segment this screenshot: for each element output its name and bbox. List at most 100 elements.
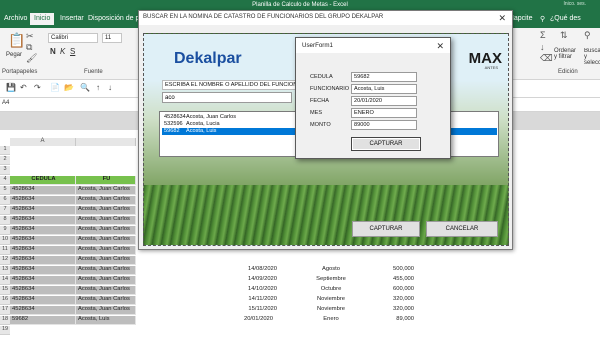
sort-filter-button[interactable]: Ordenar y filtrar bbox=[554, 48, 578, 60]
sort-desc-icon[interactable]: ↓ bbox=[108, 83, 112, 92]
row-header[interactable]: 2 bbox=[0, 156, 10, 165]
row-header[interactable]: 14 bbox=[0, 276, 10, 285]
cell-date[interactable]: 14/08/2020 bbox=[230, 266, 280, 275]
cell-cedula[interactable]: 4528634 bbox=[10, 216, 76, 225]
cell-amount[interactable]: 320,000 bbox=[365, 296, 417, 305]
column-header-a[interactable]: A bbox=[10, 138, 76, 146]
cell-name[interactable]: Acosta, Juan Carlos bbox=[76, 296, 136, 305]
row-header[interactable]: 5 bbox=[0, 186, 10, 195]
underline-button[interactable]: S bbox=[70, 47, 75, 56]
cell-cedula[interactable]: 4528634 bbox=[10, 206, 76, 215]
cell-cedula[interactable]: 4528634 bbox=[10, 286, 76, 295]
paste-icon[interactable]: 📋 bbox=[8, 32, 25, 49]
cell-cedula[interactable]: 4528634 bbox=[10, 266, 76, 275]
row-header[interactable]: 12 bbox=[0, 256, 10, 265]
sort-asc-icon[interactable]: ↑ bbox=[96, 83, 100, 92]
cell-month[interactable]: Septiembre bbox=[300, 276, 360, 285]
cell-amount[interactable]: 455,000 bbox=[365, 276, 417, 285]
cell-date[interactable]: 14/11/2020 bbox=[230, 296, 280, 305]
cedula-field[interactable]: 59682 bbox=[351, 72, 417, 82]
new-file-icon[interactable]: 📄 bbox=[50, 83, 60, 92]
cell-name[interactable]: Acosta, Juan Carlos bbox=[76, 306, 136, 315]
mes-field[interactable]: ENERO bbox=[351, 108, 417, 118]
cell-month[interactable]: Agosto bbox=[300, 266, 360, 275]
header-cedula[interactable]: CEDULA bbox=[10, 176, 76, 185]
redo-icon[interactable]: ↷ bbox=[34, 83, 41, 92]
cell-name[interactable]: Acosta, Juan Carlos bbox=[76, 216, 136, 225]
italic-button[interactable]: K bbox=[60, 47, 65, 56]
row-header[interactable]: 19 bbox=[0, 326, 10, 335]
header-funcionario[interactable]: FU bbox=[76, 176, 136, 185]
cancel-button[interactable]: CANCELAR bbox=[426, 221, 498, 237]
cell-name[interactable]: Acosta, Juan Carlos bbox=[76, 226, 136, 235]
print-preview-icon[interactable]: 🔍 bbox=[80, 83, 90, 92]
cell-name[interactable]: Acosta, Juan Carlos bbox=[76, 246, 136, 255]
cell-cedula[interactable]: 4528634 bbox=[10, 196, 76, 205]
cell-name[interactable]: Acosta, Juan Carlos bbox=[76, 276, 136, 285]
cell-amount[interactable]: 600,000 bbox=[365, 286, 417, 295]
fecha-field[interactable]: 20/01/2020 bbox=[351, 96, 417, 106]
find-icon[interactable]: ⚲ bbox=[584, 30, 591, 41]
name-box[interactable]: A4 bbox=[2, 100, 36, 110]
paste-button[interactable]: Pegar bbox=[6, 52, 22, 58]
row-header[interactable]: 13 bbox=[0, 266, 10, 275]
open-icon[interactable]: 📂 bbox=[64, 83, 74, 92]
cell-cedula[interactable]: 4528634 bbox=[10, 246, 76, 255]
lightbulb-icon[interactable]: ⚲ bbox=[540, 15, 545, 23]
row-header[interactable]: 4 bbox=[0, 176, 10, 185]
tab-inicio[interactable]: Inicio bbox=[30, 13, 55, 25]
cell-month[interactable]: Octubre bbox=[300, 286, 360, 295]
cell-month[interactable]: Noviembre bbox=[300, 306, 360, 315]
cell-amount[interactable]: 500,000 bbox=[365, 266, 417, 275]
row-header[interactable]: 6 bbox=[0, 196, 10, 205]
row-header[interactable]: 18 bbox=[0, 316, 10, 325]
cell-name[interactable]: Acosta, Juan Carlos bbox=[76, 186, 136, 195]
cell-cedula[interactable]: 4528634 bbox=[10, 306, 76, 315]
user-signin[interactable]: Inico. ses. bbox=[563, 1, 586, 7]
monto-field[interactable]: 89000 bbox=[351, 120, 417, 130]
cell-amount[interactable]: 89,000 bbox=[365, 316, 417, 325]
cell-name[interactable]: Acosta, Juan Carlos bbox=[76, 256, 136, 265]
save-icon[interactable]: 💾 bbox=[6, 83, 16, 92]
cell-month[interactable]: Enero bbox=[300, 316, 360, 325]
font-size-select[interactable]: 11 bbox=[102, 33, 122, 43]
cell-cedula[interactable]: 4528634 bbox=[10, 256, 76, 265]
userform-capture-button[interactable]: CAPTURAR bbox=[351, 137, 421, 151]
row-header[interactable]: 17 bbox=[0, 306, 10, 315]
cut-icon[interactable]: ✂ bbox=[26, 31, 34, 42]
cell-month[interactable]: Noviembre bbox=[300, 296, 360, 305]
undo-icon[interactable]: ↶ bbox=[20, 83, 27, 92]
search-input[interactable] bbox=[162, 92, 292, 103]
cell-date[interactable]: 14/10/2020 bbox=[230, 286, 280, 295]
fill-icon[interactable]: ↓ bbox=[540, 42, 545, 52]
close-icon[interactable]: ✕ bbox=[436, 41, 444, 52]
cell-name[interactable]: Acosta, Juan Carlos bbox=[76, 236, 136, 245]
column-header-b[interactable] bbox=[76, 138, 136, 146]
capture-button[interactable]: CAPTURAR bbox=[352, 221, 420, 237]
cell-name[interactable]: Acosta, Juan Carlos bbox=[76, 286, 136, 295]
bold-button[interactable]: N bbox=[50, 47, 56, 56]
cell-cedula[interactable]: 4528634 bbox=[10, 226, 76, 235]
sum-icon[interactable]: Σ bbox=[540, 30, 546, 40]
clear-icon[interactable]: ⌫ bbox=[540, 53, 553, 64]
row-header[interactable]: 10 bbox=[0, 236, 10, 245]
cell-name[interactable]: Acosta, Juan Carlos bbox=[76, 266, 136, 275]
find-select-button[interactable]: Buscar y seleccionar bbox=[584, 48, 600, 66]
cell-amount[interactable]: 320,000 bbox=[365, 306, 417, 315]
funcionario-field[interactable]: Acosta, Luis bbox=[351, 84, 417, 94]
row-header[interactable]: 11 bbox=[0, 246, 10, 255]
row-header[interactable]: 9 bbox=[0, 226, 10, 235]
copy-icon[interactable]: ⧉ bbox=[26, 42, 32, 53]
cell-cedula[interactable]: 4528634 bbox=[10, 236, 76, 245]
row-header[interactable]: 16 bbox=[0, 296, 10, 305]
tell-me-search[interactable]: ¿Qué des bbox=[550, 15, 581, 22]
cell-name[interactable]: Acosta, Luis bbox=[76, 316, 136, 325]
cell-cedula[interactable]: 59682 bbox=[10, 316, 76, 325]
cell-date[interactable]: 14/09/2020 bbox=[230, 276, 280, 285]
sort-filter-icon[interactable]: ⇅ bbox=[560, 30, 568, 41]
close-icon[interactable]: ✕ bbox=[498, 13, 506, 24]
cell-name[interactable]: Acosta, Juan Carlos bbox=[76, 196, 136, 205]
cell-date[interactable]: 15/11/2020 bbox=[230, 306, 280, 315]
row-header[interactable]: 7 bbox=[0, 206, 10, 215]
cell-cedula[interactable]: 4528634 bbox=[10, 186, 76, 195]
